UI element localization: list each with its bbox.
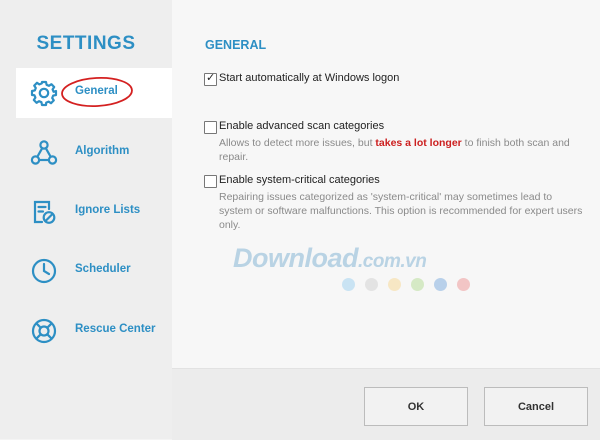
clock-icon bbox=[31, 258, 57, 284]
cancel-button[interactable]: Cancel bbox=[484, 387, 588, 426]
option-label: Enable advanced scan categories bbox=[219, 120, 385, 132]
sidebar-item-rescue-center[interactable]: Rescue Center bbox=[16, 306, 172, 356]
watermark-logo: Download.com.vn bbox=[233, 243, 427, 273]
ok-button[interactable]: OK bbox=[364, 387, 468, 426]
sidebar-item-label: Ignore Lists bbox=[75, 204, 141, 216]
algorithm-icon bbox=[30, 140, 58, 165]
option-label: Enable system-critical categories bbox=[219, 174, 380, 186]
settings-sidebar: SETTINGS General Algorithm Ignore Lists … bbox=[0, 0, 172, 439]
option-description: Repairing issues categorized as 'system-… bbox=[219, 191, 583, 231]
watermark-dot bbox=[457, 278, 470, 291]
sidebar-item-algorithm[interactable]: Algorithm bbox=[16, 128, 172, 178]
sidebar-title: SETTINGS bbox=[36, 33, 136, 54]
watermark-dot bbox=[411, 278, 424, 291]
section-title: GENERAL bbox=[205, 38, 267, 52]
watermark-dot bbox=[365, 278, 378, 291]
watermark-dot bbox=[388, 278, 401, 291]
sidebar-item-label: Algorithm bbox=[75, 145, 130, 157]
advanced-scan-checkbox[interactable] bbox=[204, 121, 217, 134]
ignore-list-icon bbox=[33, 200, 56, 224]
sidebar-item-scheduler[interactable]: Scheduler bbox=[16, 246, 172, 296]
sidebar-item-label: Scheduler bbox=[75, 263, 131, 275]
settings-content: GENERAL Start automatically at Windows l… bbox=[172, 0, 600, 368]
option-description: Allows to detect more issues, but takes … bbox=[219, 137, 570, 163]
sidebar-item-label: Rescue Center bbox=[75, 323, 156, 335]
annotation-circle bbox=[61, 76, 133, 108]
dialog-footer: OK Cancel bbox=[172, 368, 600, 440]
option-label: Start automatically at Windows logon bbox=[219, 72, 400, 84]
gear-icon bbox=[30, 80, 58, 107]
start-automatically-checkbox[interactable] bbox=[204, 71, 217, 86]
watermark-dot bbox=[434, 278, 447, 291]
lifebuoy-icon bbox=[31, 318, 57, 344]
system-critical-checkbox[interactable] bbox=[204, 175, 217, 188]
warning-highlight: takes a lot longer bbox=[375, 137, 462, 149]
sidebar-item-ignore-lists[interactable]: Ignore Lists bbox=[16, 187, 172, 237]
watermark-dot bbox=[342, 278, 355, 291]
